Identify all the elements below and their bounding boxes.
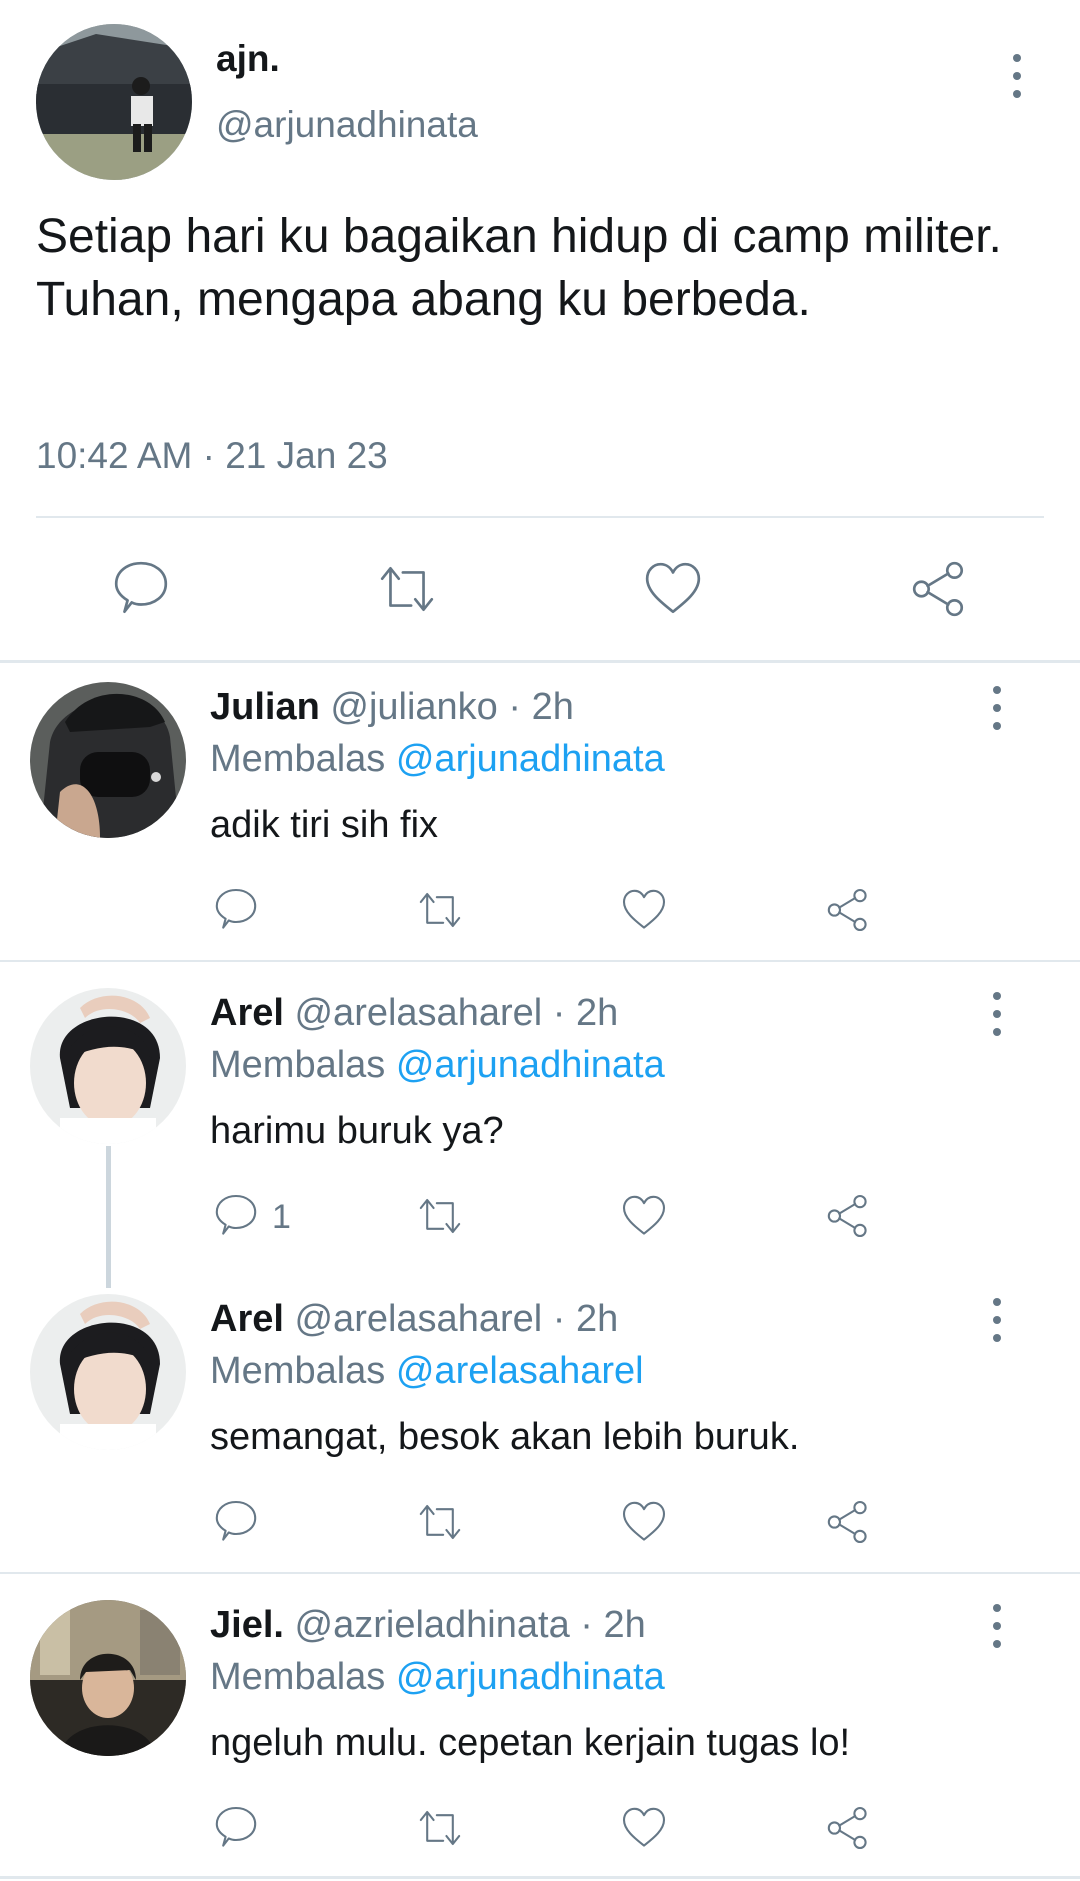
reply-text: adik tiri sih fix [210,804,439,846]
retweet-icon[interactable] [416,1498,464,1546]
reply-author-handle[interactable]: @arelasaharel [294,992,542,1034]
mention-link[interactable]: @arjunadhinata [396,738,665,780]
reply-icon[interactable] [212,1192,260,1240]
avatar[interactable] [30,988,186,1144]
mention-link[interactable]: @arjunadhinata [396,1044,665,1086]
replying-to-label: Membalas [210,1350,386,1392]
retweet-icon[interactable] [376,558,438,620]
share-icon[interactable] [824,886,872,934]
avatar-photo [30,1294,186,1450]
heart-icon[interactable] [620,886,668,934]
heart-icon[interactable] [620,1804,668,1852]
reply-time: · 2h [580,1604,646,1646]
reply-count: 1 [272,1198,291,1236]
avatar[interactable] [30,682,186,838]
reply-author-name[interactable]: Arel [210,1298,284,1340]
replying-to-label: Membalas [210,1656,386,1698]
more-options-icon[interactable] [987,1298,1007,1342]
share-icon[interactable] [824,1498,872,1546]
heart-icon[interactable] [620,1498,668,1546]
reply-icon[interactable] [212,886,260,934]
tweet-text: Setiap hari ku bagaikan hidup di camp mi… [36,210,1002,326]
avatar[interactable] [30,1294,186,1450]
reply-author-handle[interactable]: @azrieladhinata [295,1604,570,1646]
avatar[interactable] [30,1600,186,1756]
more-options-icon[interactable] [1007,54,1027,98]
heart-icon[interactable] [642,558,704,620]
reply-icon[interactable] [212,1804,260,1852]
reply-text: semangat, besok akan lebih buruk. [210,1416,800,1458]
replying-to-label: Membalas [210,1044,386,1086]
section-divider [0,660,1080,663]
avatar-photo [30,1600,186,1756]
reply-author-name[interactable]: Arel [210,992,284,1034]
avatar-photo [30,682,186,838]
reply-icon[interactable] [110,558,172,620]
reply-text: ngeluh mulu. cepetan kerjain tugas lo! [210,1722,851,1764]
reply-author-name[interactable]: Julian [210,686,320,728]
reply-time: · 2h [508,686,574,728]
reply-time: · 2h [552,1298,619,1340]
replying-to-label: Membalas [210,738,386,780]
heart-icon[interactable] [620,1192,668,1240]
section-divider [0,1572,1080,1574]
reply-author-handle[interactable]: @julianko [330,686,497,728]
reply-text: harimu buruk ya? [210,1110,504,1152]
reply-icon[interactable] [212,1498,260,1546]
share-icon[interactable] [908,558,970,620]
avatar-photo [30,988,186,1144]
reply-author-name[interactable]: Jiel. [210,1604,284,1646]
avatar[interactable] [36,24,192,180]
avatar-photo [36,24,192,180]
more-options-icon[interactable] [987,686,1007,730]
more-options-icon[interactable] [987,992,1007,1036]
section-divider [0,960,1080,962]
share-icon[interactable] [824,1804,872,1852]
share-icon[interactable] [824,1192,872,1240]
tweet-timestamp: 10:42 AM · 21 Jan 23 [36,435,388,476]
section-divider [0,1876,1080,1879]
thread-connector-line [106,1146,111,1288]
mention-link[interactable]: @arjunadhinata [396,1656,665,1698]
author-name[interactable]: ajn. [216,38,280,80]
author-handle[interactable]: @arjunadhinata [216,104,478,146]
divider [36,516,1044,518]
retweet-icon[interactable] [416,886,464,934]
reply-author-handle[interactable]: @arelasaharel [294,1298,542,1340]
retweet-icon[interactable] [416,1804,464,1852]
more-options-icon[interactable] [987,1604,1007,1648]
retweet-icon[interactable] [416,1192,464,1240]
reply-time: · 2h [552,992,619,1034]
mention-link[interactable]: @arelasaharel [396,1350,644,1392]
